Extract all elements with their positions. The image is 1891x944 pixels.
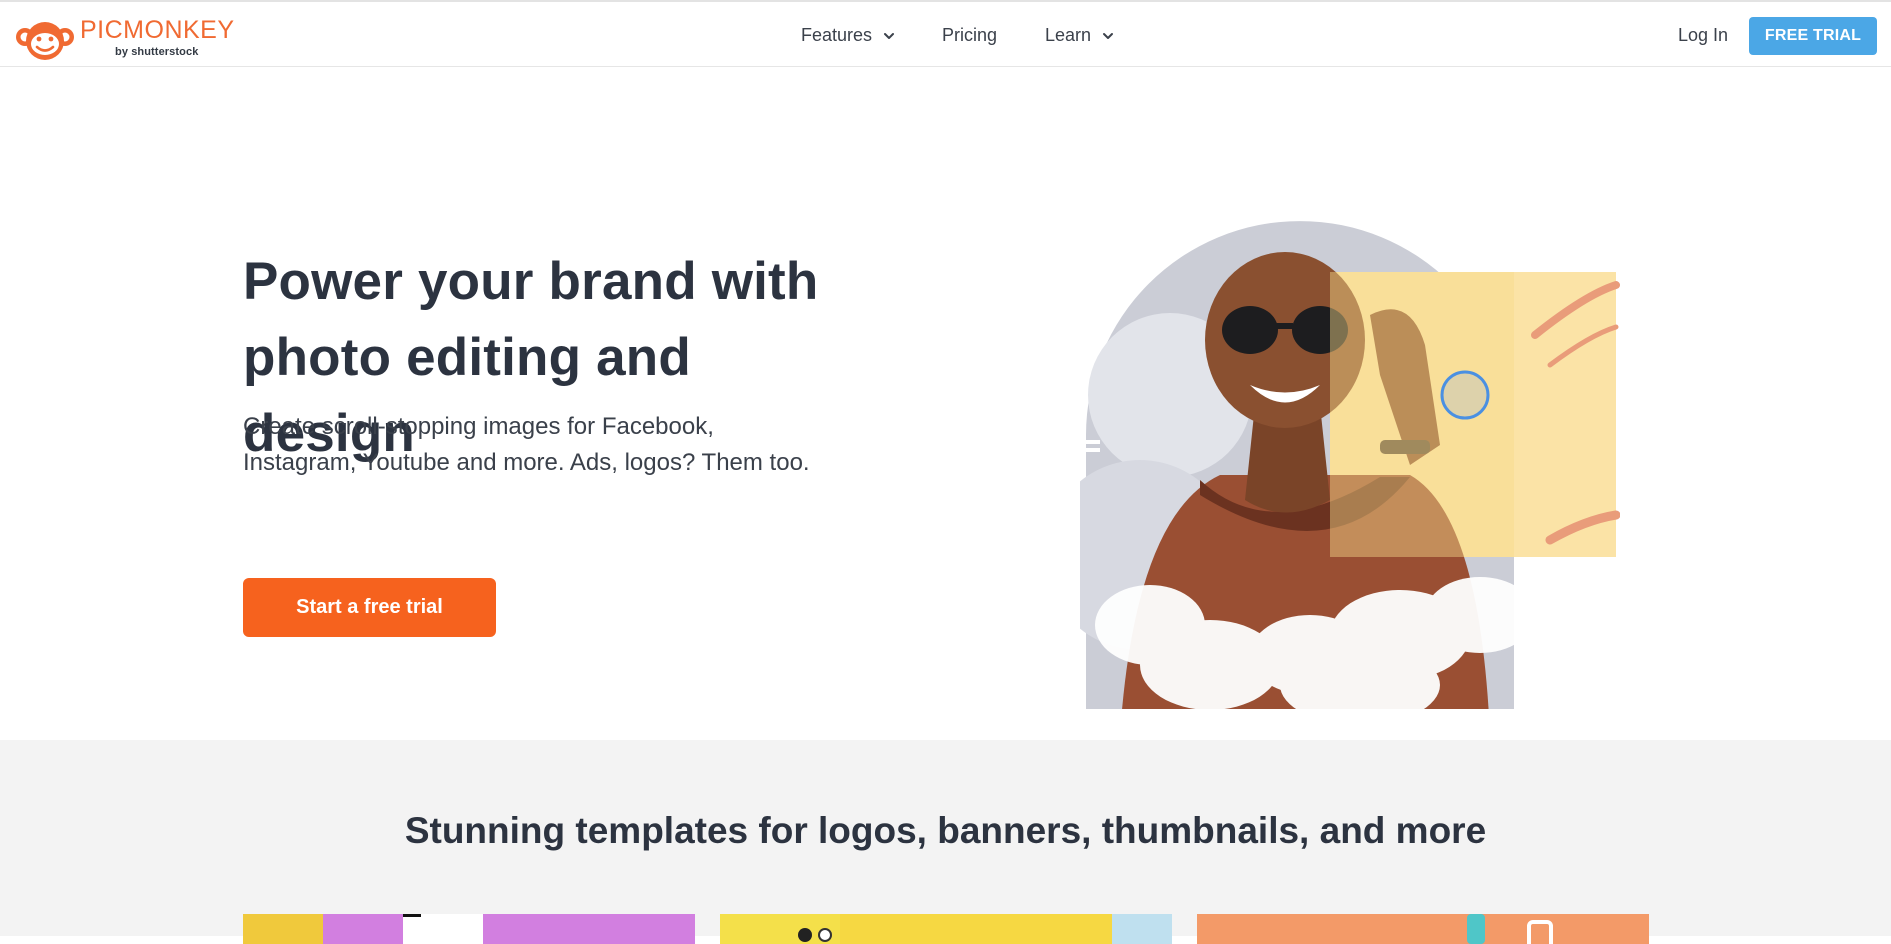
template-preview (1527, 920, 1553, 944)
nav-features-label: Features (801, 25, 873, 45)
nav-features[interactable]: Features (801, 25, 897, 46)
hero-subtitle-line-2: Instagram, Youtube and more. Ads, logos?… (243, 449, 810, 476)
nav-pricing-label: Pricing (942, 25, 998, 45)
picmonkey-logo[interactable]: PICMONKEY by shutterstock (14, 13, 234, 61)
logo-wordmark: PICMONKEY (80, 16, 235, 44)
logo-byline: by shutterstock (115, 46, 199, 58)
hero-title-line-1: Power your brand with (243, 252, 819, 311)
monkey-face-icon (16, 22, 74, 60)
site-header: PICMONKEY by shutterstock Features Prici… (0, 0, 1891, 67)
start-free-trial-button[interactable]: Start a free trial (243, 578, 496, 637)
chevron-down-icon (1103, 32, 1114, 39)
template-preview (818, 928, 832, 942)
templates-heading: Stunning templates for logos, banners, t… (404, 810, 1487, 851)
template-preview (403, 914, 483, 944)
hero-subtitle: Create scroll-stopping images for Facebo… (243, 409, 863, 481)
template-preview (403, 914, 421, 917)
template-card[interactable] (243, 914, 695, 944)
template-preview (243, 914, 323, 944)
template-preview (1112, 914, 1172, 944)
hero-subtitle-line-1: Create scroll-stopping images for Facebo… (243, 413, 714, 440)
templates-section: Stunning templates for logos, banners, t… (0, 740, 1891, 944)
hero-illustration (1080, 221, 1620, 735)
nav-pricing[interactable]: Pricing (942, 25, 997, 46)
template-preview (1467, 914, 1485, 944)
nav-learn[interactable]: Learn (1045, 25, 1116, 46)
hero-section: Power your brand with photo editing and … (0, 67, 1891, 740)
free-trial-button[interactable]: FREE TRIAL (1749, 17, 1877, 55)
template-preview (798, 928, 812, 942)
template-card[interactable] (1197, 914, 1649, 944)
nav-learn-label: Learn (1045, 25, 1092, 45)
login-link[interactable]: Log In (1678, 25, 1728, 46)
chevron-down-icon (884, 32, 895, 39)
template-card[interactable] (720, 914, 1172, 944)
selection-circle (1440, 370, 1490, 420)
